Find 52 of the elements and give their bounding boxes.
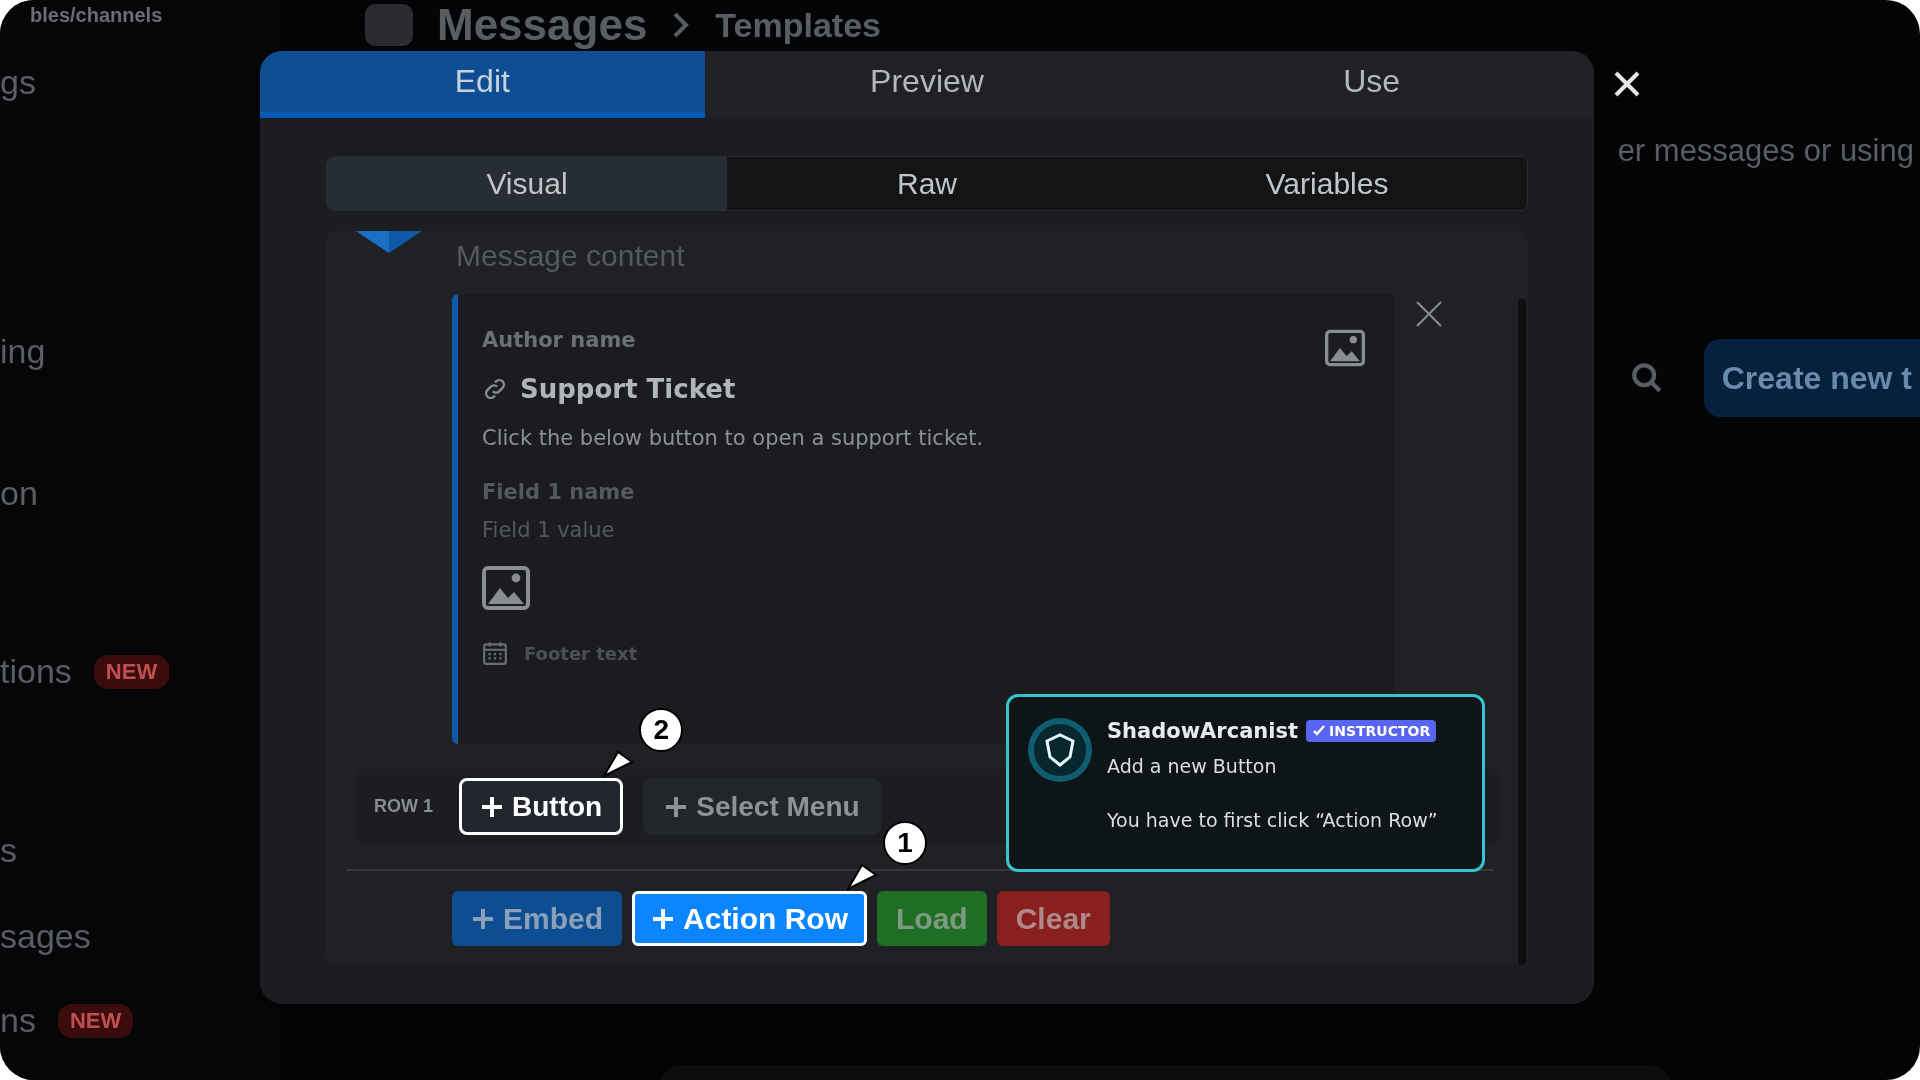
author-name: ShadowArcanist xyxy=(1107,719,1299,743)
subtab[interactable]: Raw xyxy=(727,157,1127,210)
row-label: ROW 1 xyxy=(374,796,433,817)
new-badge: NEW xyxy=(93,654,170,689)
calendar-icon xyxy=(482,640,508,666)
page-description: er messages or using xyxy=(1617,133,1915,169)
embed-description[interactable]: Click the below button to open a support ticket. xyxy=(482,426,1371,450)
create-button[interactable]: Create new t xyxy=(1703,339,1920,417)
action-button[interactable]: Clear xyxy=(996,891,1110,946)
subtab[interactable]: Visual xyxy=(327,157,727,210)
page-icon xyxy=(365,4,413,46)
tooltip-text: You have to first click “Action Row” xyxy=(1107,809,1438,831)
tab[interactable]: Edit xyxy=(260,51,705,118)
logo-icon xyxy=(356,231,422,255)
role-badge: INSTRUCTOR xyxy=(1306,720,1437,742)
subtab[interactable]: Variables xyxy=(1127,157,1527,210)
plus-icon xyxy=(651,906,676,931)
message-content-placeholder[interactable]: Message content xyxy=(456,231,685,273)
action-button[interactable]: Embed xyxy=(452,891,623,946)
embed-title[interactable]: Support Ticket xyxy=(520,374,736,404)
link-icon xyxy=(482,376,508,402)
new-badge: NEW xyxy=(57,1003,134,1038)
breadcrumb-text: bles/channels xyxy=(29,4,164,28)
author-name[interactable]: Author name xyxy=(482,328,1371,352)
close-icon[interactable] xyxy=(1612,69,1642,99)
add-component-button[interactable]: Select Menu xyxy=(643,778,881,835)
image-icon xyxy=(482,564,530,612)
pointer-arrow-icon xyxy=(603,750,636,778)
action-button[interactable]: Load xyxy=(877,891,987,946)
sidebar-item[interactable]: gs xyxy=(0,63,36,102)
page-subtitle: Templates xyxy=(715,5,881,45)
sidebar-item[interactable]: ns xyxy=(0,1001,36,1040)
sidebar-item[interactable]: tions xyxy=(0,652,72,691)
plus-icon xyxy=(664,794,689,819)
image-icon xyxy=(1325,328,1365,368)
tab[interactable]: Use xyxy=(1149,51,1594,118)
tab[interactable]: Preview xyxy=(704,51,1150,118)
add-component-button[interactable]: Button xyxy=(459,778,624,835)
plus-icon xyxy=(471,906,495,931)
page-title: Messages xyxy=(437,0,648,50)
plus-icon xyxy=(480,794,504,819)
avatar-icon xyxy=(1027,717,1093,783)
action-button[interactable]: Action Row xyxy=(632,891,868,946)
tooltip-title: Add a new Button xyxy=(1107,755,1278,777)
search-icon[interactable] xyxy=(1629,361,1664,395)
field-value[interactable]: Field 1 value xyxy=(482,518,1371,542)
sidebar-item[interactable]: ing xyxy=(0,332,46,371)
sidebar-item[interactable]: sages xyxy=(0,917,91,956)
field-name[interactable]: Field 1 name xyxy=(482,480,1371,504)
pointer-arrow-icon xyxy=(847,863,880,891)
sidebar-item[interactable]: s xyxy=(0,831,17,870)
sidebar-item[interactable]: on xyxy=(0,474,38,513)
